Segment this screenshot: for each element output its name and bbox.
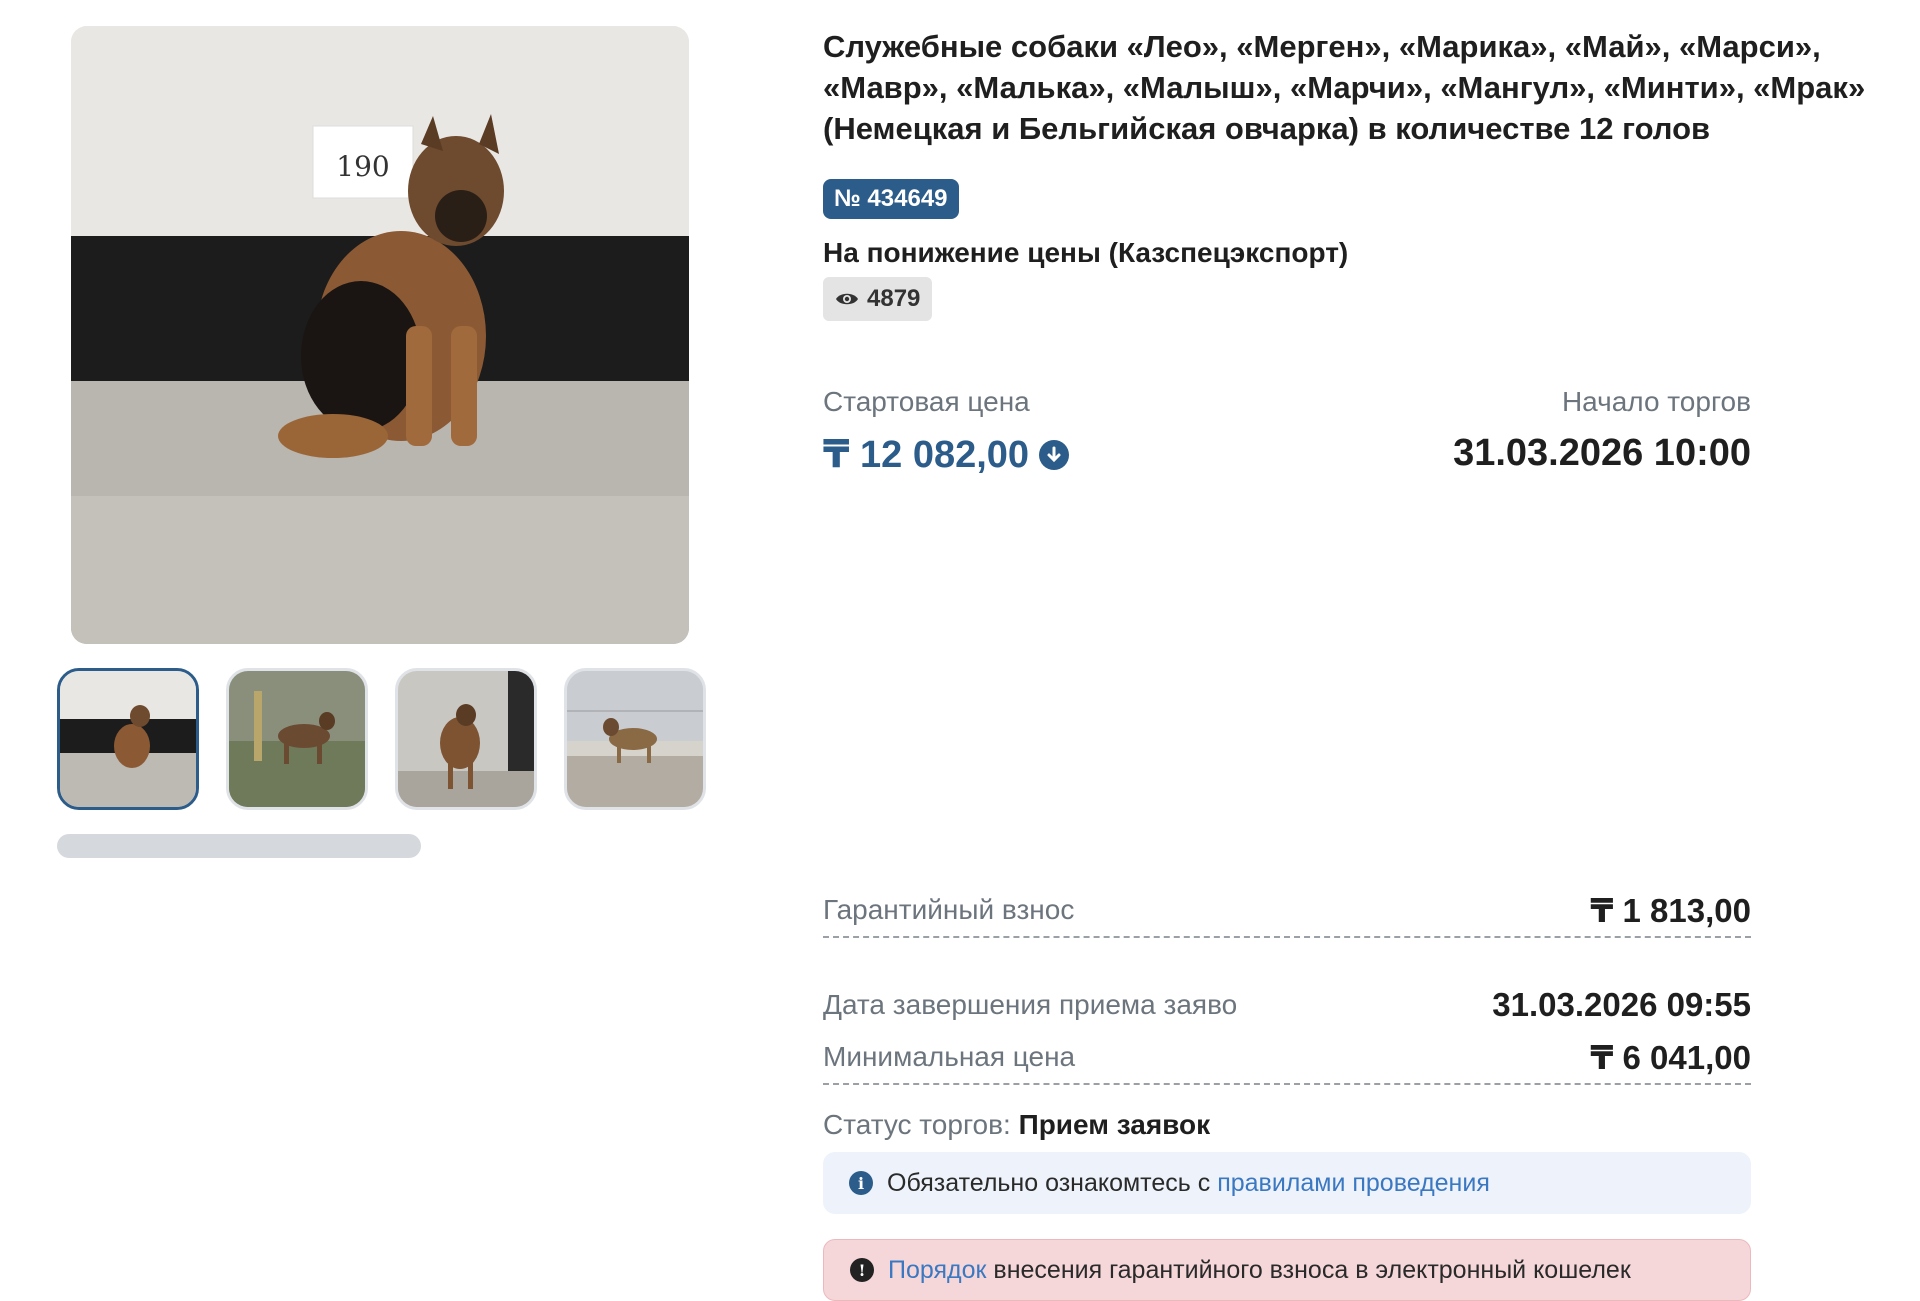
guarantee-value: ₸ 1 813,00 (1590, 891, 1751, 929)
dog-photo-image: 190 (71, 26, 689, 644)
start-price-label: Стартовая цена (823, 386, 1030, 417)
thumbnail-4[interactable] (564, 668, 706, 810)
auction-type: На понижение цены (Казспецэкспорт) (823, 237, 1349, 268)
lot-info: Служебные собаки «Лео», «Мерген», «Марик… (823, 26, 1883, 1301)
thumbnail-image (60, 671, 196, 807)
lot-number-badge: № 434649 (823, 179, 959, 219)
price-block: Стартовая цена ₸ 12 082,00 Начало торгов… (823, 386, 1751, 1301)
auction-status: Статус торгов: Прием заявок (823, 1109, 1210, 1141)
status-label: Статус торгов: (823, 1109, 1011, 1140)
rules-notice: i Обязательно ознакомтесь с правилами пр… (823, 1152, 1751, 1214)
guarantee-row: Гарантийный взнос ₸ 1 813,00 (823, 884, 1751, 938)
end-applications-row: Дата завершения приема заяво 31.03.2026 … (823, 981, 1751, 1029)
min-price-label: Минимальная цена (823, 1041, 1076, 1072)
guarantee-label: Гарантийный взнос (823, 894, 1075, 925)
end-applications-value: 31.03.2026 09:55 (1492, 986, 1751, 1023)
deposit-notice: ! Порядок внесения гарантийного взноса в… (823, 1239, 1751, 1301)
status-value: Прием заявок (1018, 1109, 1211, 1140)
photo-tag-number: 190 (336, 150, 389, 183)
min-price-row: Минимальная цена ₸ 6 041,00 (823, 1031, 1751, 1085)
rules-link[interactable]: правилами проведения (1217, 1169, 1490, 1197)
thumbnail-strip (57, 668, 706, 810)
info-icon: i (849, 1171, 873, 1195)
thumbnail-image (398, 671, 534, 807)
views-count: 4879 (867, 285, 921, 312)
exclamation-icon: ! (850, 1258, 874, 1282)
thumbnail-image (567, 671, 703, 807)
min-price-value: ₸ 6 041,00 (1590, 1038, 1751, 1076)
start-time-value: 31.03.2026 10:00 (1453, 432, 1751, 474)
deposit-notice-text: внесения гарантийного взноса в электронн… (993, 1255, 1631, 1284)
gallery-scrollbar[interactable] (57, 834, 421, 858)
thumbnail-3[interactable] (395, 668, 537, 810)
rules-notice-text: Обязательно ознакомтесь с (887, 1168, 1211, 1197)
eye-icon (836, 293, 858, 305)
start-price: ₸ 12 082,00 (823, 432, 1070, 477)
thumbnail-2[interactable] (226, 668, 368, 810)
start-time-label: Начало торгов (1561, 386, 1751, 417)
end-applications-label: Дата завершения приема заяво (823, 989, 1238, 1020)
views-counter: 4879 (823, 277, 933, 321)
main-photo[interactable]: 190 (71, 26, 689, 644)
thumbnail-1[interactable] (57, 668, 199, 810)
lot-title: Служебные собаки «Лео», «Мерген», «Марик… (823, 29, 1866, 146)
arrow-down-circle-icon[interactable] (1039, 439, 1070, 470)
start-price-value: ₸ 12 082,00 (823, 434, 1030, 476)
thumbnail-image (229, 671, 365, 807)
deposit-procedure-link[interactable]: Порядок (888, 1256, 986, 1284)
